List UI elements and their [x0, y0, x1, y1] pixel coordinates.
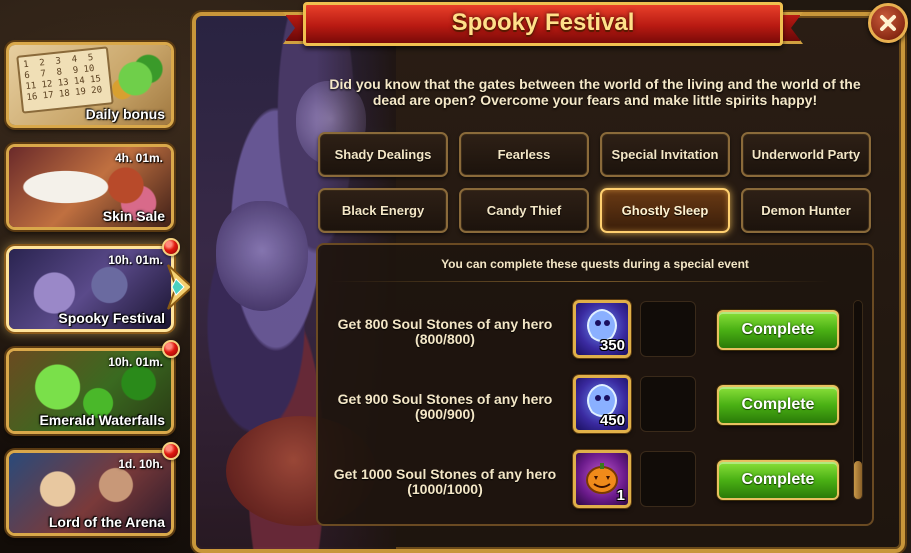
tab-underworld-party[interactable]: Underworld Party [741, 132, 871, 177]
event-label: Skin Sale [102, 208, 165, 224]
page-title: Spooky Festival [451, 9, 635, 36]
quest-description: Get 800 Soul Stones of any hero (800/800… [330, 317, 560, 347]
notification-badge-icon [162, 442, 180, 460]
empty-reward-slot [640, 451, 696, 507]
tab-candy-thief[interactable]: Candy Thief [459, 188, 589, 233]
reward-quantity: 450 [599, 412, 625, 429]
event-card-daily-bonus[interactable]: 1 2 3 4 5 6 7 8 9 10 11 12 13 14 15 16 1… [6, 42, 174, 128]
quest-goal: Get 900 Soul Stones of any hero [337, 391, 553, 407]
notification-badge-icon [162, 238, 180, 256]
complete-button[interactable]: Complete [717, 385, 839, 425]
quest-list-subtitle: You can complete these quests during a s… [441, 257, 749, 271]
tab-black-energy[interactable]: Black Energy [318, 188, 448, 233]
close-button[interactable] [868, 3, 908, 43]
calendar-icon: 1 2 3 4 5 6 7 8 9 10 11 12 13 14 15 16 1… [16, 46, 114, 114]
reward-slot[interactable]: 350 [573, 300, 631, 358]
quest-goal: Get 800 Soul Stones of any hero [337, 316, 553, 332]
event-card-emerald-waterfalls[interactable]: 10h. 01m. Emerald Waterfalls [6, 348, 174, 434]
hero-portrait-main [216, 201, 308, 311]
notification-badge-icon [162, 340, 180, 358]
quest-progress: (1000/1000) [407, 481, 483, 497]
complete-button[interactable]: Complete [717, 310, 839, 350]
event-card-lord-of-the-arena[interactable]: 1d. 10h. Lord of the Arena [6, 450, 174, 536]
event-list: 1 2 3 4 5 6 7 8 9 10 11 12 13 14 15 16 1… [0, 0, 194, 553]
reward-slot[interactable]: 450 [573, 375, 631, 433]
event-label: Daily bonus [85, 106, 165, 122]
tab-ghostly-sleep[interactable]: Ghostly Sleep [600, 188, 730, 233]
quest-progress: (800/800) [415, 331, 475, 347]
reward-quantity: 1 [616, 487, 625, 504]
event-label: Lord of the Arena [48, 514, 165, 530]
event-label: Emerald Waterfalls [39, 412, 165, 428]
scrollbar-thumb[interactable] [854, 461, 862, 499]
event-card-spooky-festival[interactable]: 10h. 01m. Spooky Festival [6, 246, 174, 332]
tab-shady-dealings[interactable]: Shady Dealings [318, 132, 448, 177]
event-timer: 10h. 01m. [108, 253, 163, 267]
title-banner: Spooky Festival [283, 2, 803, 48]
divider [330, 281, 830, 282]
event-description: Did you know that the gates between the … [329, 76, 861, 108]
quest-description: Get 900 Soul Stones of any hero (900/900… [330, 392, 560, 422]
quest-scrollbar[interactable] [853, 300, 863, 500]
empty-reward-slot [640, 376, 696, 432]
event-label: Spooky Festival [58, 310, 165, 326]
complete-button[interactable]: Complete [717, 460, 839, 500]
event-card-skin-sale[interactable]: 4h. 01m. Skin Sale [6, 144, 174, 230]
close-x-icon [880, 15, 896, 31]
quest-description: Get 1000 Soul Stones of any hero (1000/1… [330, 467, 560, 497]
tab-special-invitation[interactable]: Special Invitation [600, 132, 730, 177]
tab-fearless[interactable]: Fearless [459, 132, 589, 177]
tab-demon-hunter[interactable]: Demon Hunter [741, 188, 871, 233]
event-timer: 10h. 01m. [108, 355, 163, 369]
quest-goal: Get 1000 Soul Stones of any hero [333, 466, 557, 482]
event-timer: 1d. 10h. [118, 457, 163, 471]
event-timer: 4h. 01m. [114, 151, 163, 165]
quest-progress: (900/900) [415, 406, 475, 422]
reward-slot[interactable]: 1 [573, 450, 631, 508]
empty-reward-slot [640, 301, 696, 357]
reward-quantity: 350 [599, 337, 625, 354]
